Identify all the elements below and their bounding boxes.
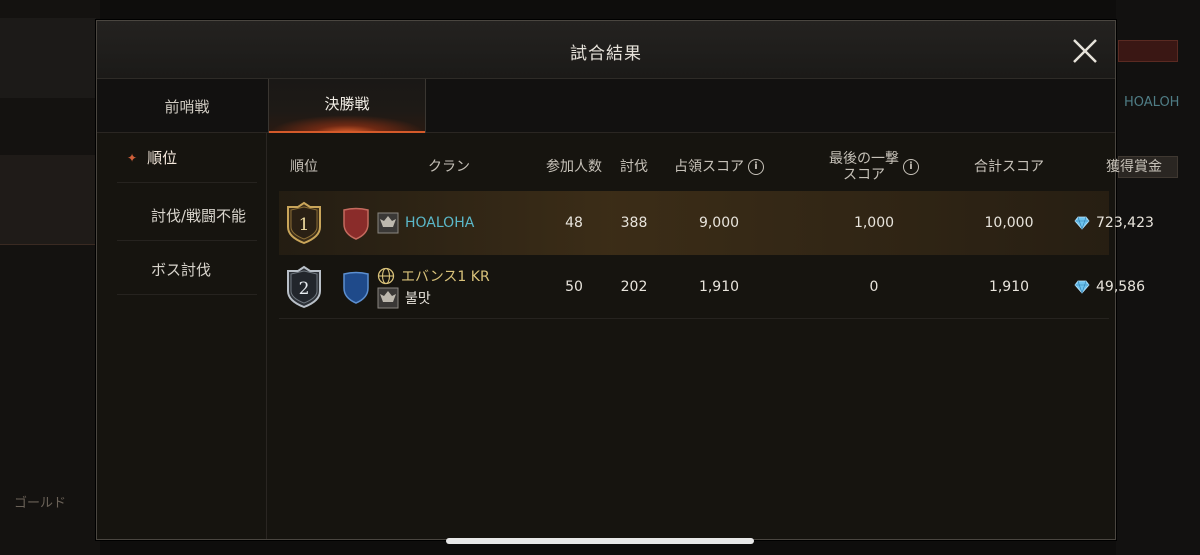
home-indicator[interactable] bbox=[446, 538, 754, 544]
last-hit-score-cell: 0 bbox=[869, 279, 879, 295]
total-score-cell: 10,000 bbox=[984, 215, 1034, 231]
background-badge bbox=[1118, 40, 1178, 62]
clan-name: 불맛 bbox=[405, 291, 431, 307]
header-label: 最後の一撃 bbox=[829, 151, 899, 167]
side-item-label: 順位 bbox=[147, 149, 178, 167]
side-menu: ✦ 順位 討伐/戦闘不能 ボス討伐 bbox=[97, 133, 267, 539]
rank-silver-badge-icon: 2 bbox=[287, 265, 321, 309]
clan-info: エバンス1 KR 불맛 bbox=[377, 265, 490, 309]
header-label: 占領スコア bbox=[674, 159, 744, 175]
clan-cell: エバンス1 KR 불맛 bbox=[341, 255, 490, 319]
table-row[interactable]: 2 エバンス1 KR 불맛 50 202 1,910 0 1,910 49,58… bbox=[279, 255, 1145, 319]
header-last-hit-score: 最後の一撃 スコア i bbox=[819, 145, 929, 189]
close-button[interactable] bbox=[1069, 35, 1101, 67]
modal-header: 試合結果 bbox=[97, 21, 1115, 79]
clan-server: エバンス1 KR bbox=[401, 269, 490, 285]
occupation-score-cell: 9,000 bbox=[698, 215, 740, 231]
tab-final[interactable]: 決勝戦 bbox=[268, 79, 426, 133]
total-score-cell: 1,910 bbox=[988, 279, 1030, 295]
header-label: スコア bbox=[843, 167, 885, 183]
clan-name-line: 불맛 bbox=[377, 287, 490, 309]
match-result-modal: 試合結果 前哨戦 決勝戦 ✦ 順位 討伐/戦闘不能 ボス討伐 順位 クラン 参加… bbox=[96, 20, 1162, 540]
participants-cell: 50 bbox=[565, 279, 583, 295]
kills-cell: 202 bbox=[620, 279, 648, 295]
clan-emblem-icon bbox=[377, 287, 399, 309]
selected-marker-icon: ✦ bbox=[127, 150, 138, 165]
table-row[interactable]: 1 HOALOHA 48 388 9,000 1,000 10,000 723,… bbox=[279, 191, 1154, 255]
background-left-strip bbox=[0, 155, 96, 245]
diamond-icon bbox=[1074, 216, 1090, 230]
background-clan-label: HOALOH bbox=[1124, 95, 1180, 110]
header-reward: 獲得賞金 bbox=[1106, 159, 1162, 175]
header-participants: 参加人数 bbox=[546, 159, 602, 175]
reward-amount: 723,423 bbox=[1096, 215, 1154, 231]
results-table: 順位 クラン 参加人数 討伐 占領スコア i 最後の一撃 スコア i 合計スコア… bbox=[279, 145, 1162, 319]
diamond-icon bbox=[1074, 280, 1090, 294]
header-total-score: 合計スコア bbox=[974, 159, 1044, 175]
globe-icon bbox=[377, 267, 395, 285]
kills-cell: 388 bbox=[620, 215, 648, 231]
tab-active-underline bbox=[269, 131, 425, 133]
side-item-kills[interactable]: 討伐/戦闘不能 bbox=[117, 191, 257, 241]
modal-title: 試合結果 bbox=[570, 44, 642, 64]
close-icon bbox=[1073, 39, 1097, 63]
reward-cell: 49,586 bbox=[1074, 255, 1194, 319]
tab-bar: 前哨戦 決勝戦 bbox=[97, 79, 1115, 133]
header-clan: クラン bbox=[428, 159, 470, 175]
tab-label: 前哨戦 bbox=[164, 97, 210, 116]
header-kills: 討伐 bbox=[620, 159, 648, 175]
reward-cell: 723,423 bbox=[1074, 191, 1194, 255]
header-rank: 順位 bbox=[290, 159, 318, 175]
side-item-boss-kills[interactable]: ボス討伐 bbox=[117, 245, 257, 295]
side-item-label: ボス討伐 bbox=[151, 261, 212, 279]
clan-emblem-icon bbox=[377, 212, 399, 234]
clan-cell: HOALOHA bbox=[341, 191, 474, 255]
info-icon[interactable]: i bbox=[903, 159, 919, 175]
rank-number: 2 bbox=[299, 279, 310, 299]
last-hit-score-cell: 1,000 bbox=[853, 215, 895, 231]
occupation-score-cell: 1,910 bbox=[698, 279, 740, 295]
background-gold-label: ゴールド bbox=[14, 496, 67, 511]
tab-preliminary[interactable]: 前哨戦 bbox=[107, 79, 267, 133]
table-header: 順位 クラン 参加人数 討伐 占領スコア i 最後の一撃 スコア i 合計スコア… bbox=[279, 145, 1162, 189]
rank-cell: 2 bbox=[279, 255, 329, 319]
header-occupation-score: 占領スコア i bbox=[659, 145, 779, 189]
rank-cell: 1 bbox=[279, 191, 329, 255]
clan-shield-icon bbox=[343, 271, 369, 304]
clan-server-line: エバンス1 KR bbox=[377, 265, 490, 287]
participants-cell: 48 bbox=[565, 215, 583, 231]
clan-shield-icon bbox=[343, 207, 369, 240]
reward-amount: 49,586 bbox=[1096, 279, 1145, 295]
side-item-label: 討伐/戦闘不能 bbox=[151, 207, 247, 225]
rank-number: 1 bbox=[299, 215, 310, 235]
clan-name: HOALOHA bbox=[405, 215, 475, 231]
info-icon[interactable]: i bbox=[748, 159, 764, 175]
side-item-ranking[interactable]: ✦ 順位 bbox=[117, 133, 257, 183]
tab-label: 決勝戦 bbox=[324, 94, 370, 113]
rank-gold-badge-icon: 1 bbox=[287, 201, 321, 245]
background-left-strip bbox=[0, 18, 96, 98]
